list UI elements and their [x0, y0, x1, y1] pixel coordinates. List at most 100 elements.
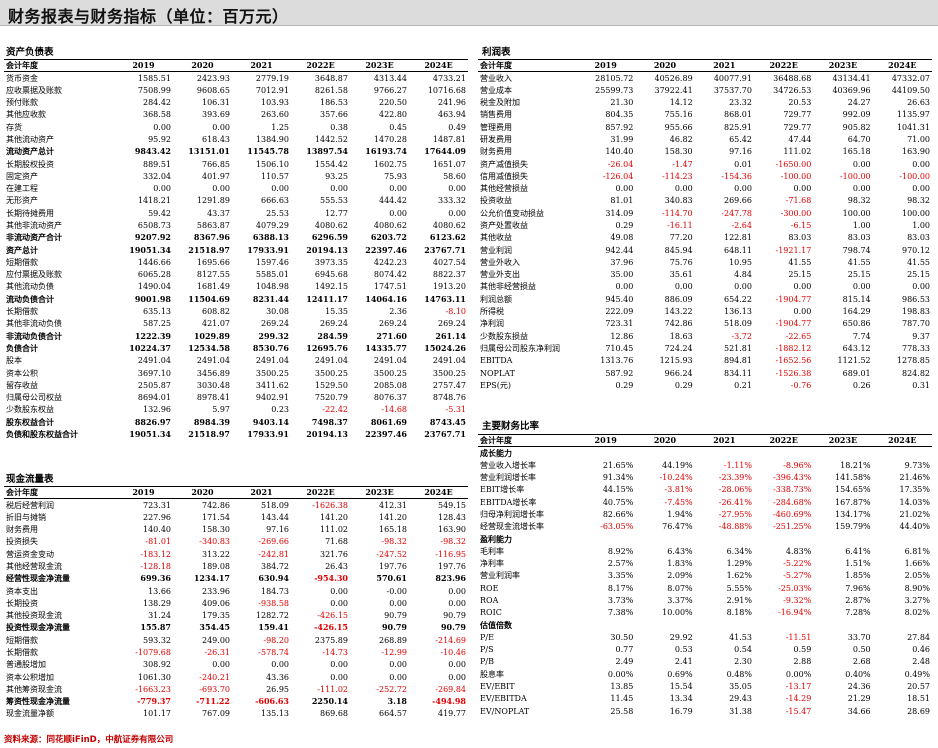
- cell-value: -15.47: [785, 706, 812, 716]
- cell-value: 0.00: [734, 184, 752, 194]
- column-header-year: 2019: [114, 485, 173, 500]
- cell-value: 10716.68: [427, 85, 466, 95]
- cell-value: 6296.59: [311, 232, 348, 243]
- row-label: EV/NOPLAT: [480, 706, 530, 716]
- column-header-year: 2019: [576, 433, 636, 448]
- cell-value: 1446.66: [137, 257, 171, 267]
- cell-value: 0.38: [330, 122, 348, 132]
- cell-value: -1079.68: [135, 648, 171, 657]
- table-row: EBITDA 1313.76 1215.93 894.81 -1652.56 1121.5…: [478, 355, 932, 367]
- cell-value: [576, 533, 635, 545]
- cell-value: 184.73: [261, 586, 289, 596]
- cell-value: -116.95: [435, 549, 466, 559]
- cell-value: 46.82: [669, 134, 693, 144]
- cell-value: 742.86: [664, 319, 693, 329]
- cell-value: 0.31: [912, 380, 930, 390]
- table-row: EV/EBITDA 11.45 13.34 29.43 -14.29 21.29 18.51: [478, 693, 932, 705]
- cell-value: 0.00: [389, 184, 407, 194]
- cell-value: 8530.76: [252, 342, 289, 353]
- cell-value: -693.70: [199, 684, 230, 694]
- cell-value: 767.09: [202, 709, 230, 719]
- cell-value: 6065.28: [137, 270, 171, 280]
- row-label: 应付票据及账款: [6, 270, 62, 280]
- cell-value: 945.40: [605, 294, 634, 304]
- cell-value: 1.00: [852, 221, 871, 230]
- cell-value: 2085.08: [373, 380, 407, 390]
- cell-value: 0.00: [271, 184, 289, 194]
- cell-value: -100.00: [780, 171, 812, 181]
- cell-value: 20194.13: [306, 429, 348, 440]
- cell-value: 12534.58: [188, 342, 230, 353]
- cell-value: 824.82: [902, 368, 930, 378]
- table-row: 归母净利润增长率 82.66% 1.94% -27.95% -460.69% 134.17…: [478, 508, 932, 520]
- cell-value: 0.29: [615, 380, 634, 390]
- cell-value: 354.45: [199, 622, 230, 633]
- table-row: 管理费用 857.92 955.66 825.91 729.77 905.82 1041.3…: [478, 121, 932, 133]
- cashflow-title: 现金流量表: [6, 474, 54, 485]
- cell-value: 0.40%: [845, 669, 871, 679]
- cell-value: 0.23: [271, 405, 289, 415]
- table-row: EBITDA增长率 40.75% -7.45% -26.41% -284.68% 167.…: [478, 496, 932, 508]
- cell-value: 2491.04: [255, 356, 289, 366]
- cell-value: 25.58: [610, 706, 634, 716]
- cell-value: 17644.09: [424, 146, 466, 157]
- cell-value: 241.96: [438, 98, 466, 108]
- cell-value: -71.68: [785, 196, 812, 206]
- row-label: 税后经营利润: [6, 500, 54, 510]
- cell-value: 7.96%: [845, 583, 871, 593]
- cell-value: 136.13: [723, 307, 752, 317]
- cell-value: 618.43: [202, 134, 230, 144]
- cell-value: 755.16: [664, 110, 693, 120]
- cell-value: 0.00: [212, 660, 230, 670]
- cell-value: -247.78: [721, 208, 752, 218]
- cell-value: -81.01: [145, 537, 171, 547]
- row-label: 少数股东损益: [480, 331, 528, 341]
- cell-value: 635.13: [143, 307, 171, 317]
- cell-value: 3411.62: [255, 380, 289, 390]
- cell-value: 4242.23: [373, 257, 407, 267]
- cell-value: 3456.89: [196, 368, 230, 378]
- cell-value: 28.69: [907, 706, 930, 716]
- cell-value: 0.00: [852, 282, 871, 292]
- cell-value: 1135.97: [896, 110, 930, 120]
- cell-value: 0.26: [852, 380, 871, 390]
- row-label: 流动资产总计: [6, 146, 54, 157]
- cell-value: 83.03: [788, 233, 812, 243]
- table-row: 现金流量净额 101.17 767.09 135.13 869.68 664.57 419.…: [4, 708, 468, 720]
- cell-value: 8.07%: [667, 583, 693, 593]
- cell-value: 40369.96: [832, 85, 871, 95]
- cell-value: -22.65: [785, 331, 812, 341]
- cell-value: [695, 533, 754, 545]
- table-row: 资产减值损失 -26.04 -1.47 0.01 -1650.00 0.00 0.00: [478, 158, 932, 170]
- row-label: P/B: [480, 657, 494, 667]
- cell-value: [695, 447, 754, 459]
- cell-value: 7498.37: [311, 416, 348, 427]
- cell-value: -340.83: [199, 537, 230, 547]
- cell-value: 14763.11: [424, 293, 466, 304]
- cell-value: 3500.25: [255, 368, 289, 378]
- table-row: ROE 8.17% 8.07% 5.55% -25.03% 7.96% 8.90%: [478, 582, 932, 594]
- cell-value: 314.09: [605, 208, 634, 218]
- cell-value: 894.81: [723, 356, 752, 366]
- row-label: 管理费用: [480, 122, 512, 132]
- cell-value: 3500.25: [373, 368, 407, 378]
- cell-value: 6123.62: [429, 232, 466, 243]
- cell-value: 8.92%: [607, 546, 634, 556]
- row-label: EPS(元): [480, 380, 511, 390]
- cell-value: 6508.73: [137, 221, 171, 230]
- cell-value: 889.51: [143, 159, 171, 169]
- income-statement-table: 会计年度 2019 2020 2021 2022E 2023E 2024E 营业收入 28105…: [478, 58, 932, 392]
- column-header-year: 2023E: [350, 58, 409, 73]
- title-bar: 财务报表与财务指标（单位：百万元）: [0, 0, 938, 26]
- cell-value: 8061.69: [370, 416, 407, 427]
- cell-value: -6.15: [790, 221, 812, 230]
- cell-value: 1529.50: [314, 380, 348, 390]
- table-row: 营业收入增长率 21.65% 44.19% -1.11% -8.96% 18.21% 9.7…: [478, 459, 932, 471]
- cell-value: 815.14: [842, 294, 871, 304]
- table-row: 短期借款 1446.66 1695.66 1597.46 3973.35 4242.23 4…: [4, 256, 468, 268]
- cell-value: 35.05: [729, 682, 752, 692]
- cell-value: 106.31: [202, 98, 230, 108]
- cell-value: 47332.07: [891, 73, 930, 83]
- cell-value: 0.00: [793, 184, 812, 194]
- cell-value: 6.81%: [904, 546, 930, 556]
